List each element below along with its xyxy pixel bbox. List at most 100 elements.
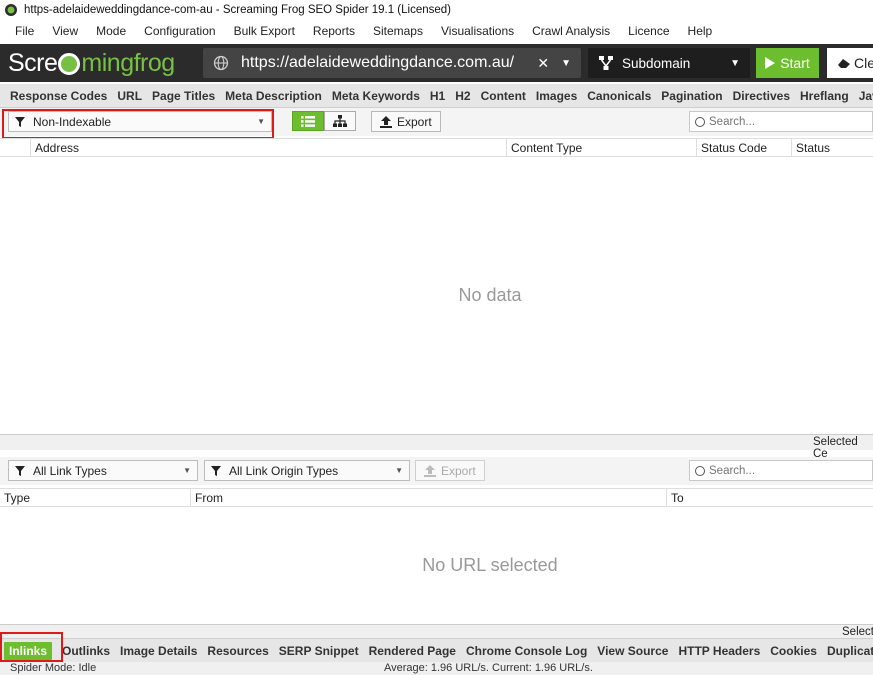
menu-view[interactable]: View xyxy=(43,24,87,38)
tab-serp-snippet[interactable]: SERP Snippet xyxy=(279,644,359,658)
tab-hreflang[interactable]: Hreflang xyxy=(800,89,849,103)
clear-button-label: Cle xyxy=(854,55,873,71)
frog-app-icon xyxy=(5,4,17,16)
play-icon xyxy=(765,57,776,69)
tab-cookies[interactable]: Cookies xyxy=(770,644,817,658)
main-tab-bar: Response Codes URL Page Titles Meta Desc… xyxy=(0,84,873,108)
upload-icon xyxy=(424,464,436,477)
tab-page-titles[interactable]: Page Titles xyxy=(152,89,215,103)
clear-button[interactable]: Cle xyxy=(827,48,873,78)
menu-mode[interactable]: Mode xyxy=(87,24,135,38)
chevron-down-icon: ▼ xyxy=(730,57,740,69)
top-empty-message: No data xyxy=(458,285,522,305)
tab-h1[interactable]: H1 xyxy=(430,89,445,103)
tab-javascript[interactable]: JavaScript xyxy=(859,89,873,103)
tab-content[interactable]: Content xyxy=(481,89,526,103)
menu-file[interactable]: File xyxy=(6,24,43,38)
top-search-box[interactable] xyxy=(689,111,873,132)
col-to[interactable]: To xyxy=(666,489,873,507)
bottom-search-input[interactable] xyxy=(709,464,859,477)
tab-url[interactable]: URL xyxy=(117,89,142,103)
link-type-filter-dropdown[interactable]: All Link Types ▼ xyxy=(8,460,198,481)
tab-rendered-page[interactable]: Rendered Page xyxy=(369,644,456,658)
footer-status-bar: Spider Mode: Idle Average: 1.96 URL/s. C… xyxy=(0,662,873,675)
menu-visualisations[interactable]: Visualisations xyxy=(432,24,523,38)
top-search-input[interactable] xyxy=(709,115,859,128)
url-input-bar[interactable]: https://adelaideweddingdance.com.au/ ✕ ▼ xyxy=(203,48,581,78)
col-type[interactable]: Type xyxy=(0,489,190,507)
col-status[interactable]: Status xyxy=(791,139,873,157)
tab-outlinks[interactable]: Outlinks xyxy=(62,644,110,658)
top-table-header: Address Content Type Status Code Status xyxy=(0,138,873,157)
detail-tab-bar: Inlinks Outlinks Image Details Resources… xyxy=(0,638,873,662)
col-status-code[interactable]: Status Code xyxy=(696,139,791,157)
top-panel-status: Selected Ce xyxy=(0,434,873,460)
search-icon xyxy=(695,116,705,127)
bottom-selected-cells: Select xyxy=(842,626,873,638)
subdomain-icon xyxy=(599,56,613,70)
screaming-frog-logo: Scre mingfrog xyxy=(8,48,175,78)
list-icon xyxy=(301,115,315,127)
menu-configuration[interactable]: Configuration xyxy=(135,24,224,38)
crawl-url-text[interactable]: https://adelaideweddingdance.com.au/ xyxy=(241,54,537,72)
tab-pagination[interactable]: Pagination xyxy=(661,89,722,103)
tab-images[interactable]: Images xyxy=(536,89,577,103)
tab-meta-keywords[interactable]: Meta Keywords xyxy=(332,89,420,103)
tree-icon xyxy=(333,115,347,127)
start-button[interactable]: Start xyxy=(756,48,819,78)
menu-reports[interactable]: Reports xyxy=(304,24,364,38)
highlight-box-filter xyxy=(2,109,274,139)
link-origin-filter-value: All Link Origin Types xyxy=(229,463,339,478)
logo-text-start: Scre xyxy=(8,48,58,77)
caret-down-icon: ▼ xyxy=(395,466,403,475)
window-title: https-adelaideweddingdance-com-au - Scre… xyxy=(24,4,452,16)
highlight-box-inlinks xyxy=(0,632,63,662)
tab-image-details[interactable]: Image Details xyxy=(120,644,197,658)
window-titlebar: https-adelaideweddingdance-com-au - Scre… xyxy=(0,0,873,20)
caret-down-icon: ▼ xyxy=(183,466,191,475)
bottom-filter-row: All Link Types ▼ All Link Origin Types ▼… xyxy=(0,457,873,485)
tab-meta-description[interactable]: Meta Description xyxy=(225,89,322,103)
tab-directives[interactable]: Directives xyxy=(733,89,790,103)
link-origin-filter-dropdown[interactable]: All Link Origin Types ▼ xyxy=(204,460,410,481)
menu-licence[interactable]: Licence xyxy=(619,24,678,38)
clear-url-icon[interactable]: ✕ xyxy=(537,55,549,72)
menu-bulk-export[interactable]: Bulk Export xyxy=(225,24,304,38)
upload-icon xyxy=(380,115,392,128)
bottom-export-button[interactable]: Export xyxy=(415,460,485,481)
export-button[interactable]: Export xyxy=(371,111,441,132)
bottom-empty-message: No URL selected xyxy=(422,555,558,575)
eraser-icon xyxy=(838,59,850,68)
bottom-export-label: Export xyxy=(441,463,476,478)
main-toolbar: Scre mingfrog https://adelaideweddingdan… xyxy=(0,44,873,82)
col-address[interactable]: Address xyxy=(30,139,506,157)
tab-resources[interactable]: Resources xyxy=(207,644,268,658)
tab-response-codes[interactable]: Response Codes xyxy=(10,89,107,103)
col-from[interactable]: From xyxy=(190,489,666,507)
tree-view-button[interactable] xyxy=(324,111,356,131)
url-history-dropdown-icon[interactable]: ▼ xyxy=(561,58,571,69)
menu-sitemaps[interactable]: Sitemaps xyxy=(364,24,432,38)
col-content-type[interactable]: Content Type xyxy=(506,139,696,157)
bottom-table-header: Type From To xyxy=(0,488,873,507)
menu-crawl-analysis[interactable]: Crawl Analysis xyxy=(523,24,619,38)
crawl-mode-label: Subdomain xyxy=(622,55,691,71)
start-button-label: Start xyxy=(780,55,810,71)
tab-view-source[interactable]: View Source xyxy=(597,644,668,658)
tab-canonicals[interactable]: Canonicals xyxy=(587,89,651,103)
menu-help[interactable]: Help xyxy=(679,24,722,38)
crawl-rate-status: Average: 1.96 URL/s. Current: 1.96 URL/s… xyxy=(384,662,593,674)
tab-h2[interactable]: H2 xyxy=(455,89,470,103)
tab-chrome-console-log[interactable]: Chrome Console Log xyxy=(466,644,587,658)
logo-text-end: mingfrog xyxy=(81,48,175,77)
list-view-button[interactable] xyxy=(292,111,324,131)
menu-bar: File View Mode Configuration Bulk Export… xyxy=(0,20,873,42)
tab-duplicate-details[interactable]: Duplicate Details xyxy=(827,644,873,658)
export-button-label: Export xyxy=(397,114,432,129)
link-type-filter-value: All Link Types xyxy=(33,463,107,478)
search-icon xyxy=(695,465,705,476)
crawl-mode-dropdown[interactable]: Subdomain ▼ xyxy=(588,48,750,78)
tab-http-headers[interactable]: HTTP Headers xyxy=(678,644,760,658)
bottom-search-box[interactable] xyxy=(689,460,873,481)
filter-icon xyxy=(211,465,221,476)
